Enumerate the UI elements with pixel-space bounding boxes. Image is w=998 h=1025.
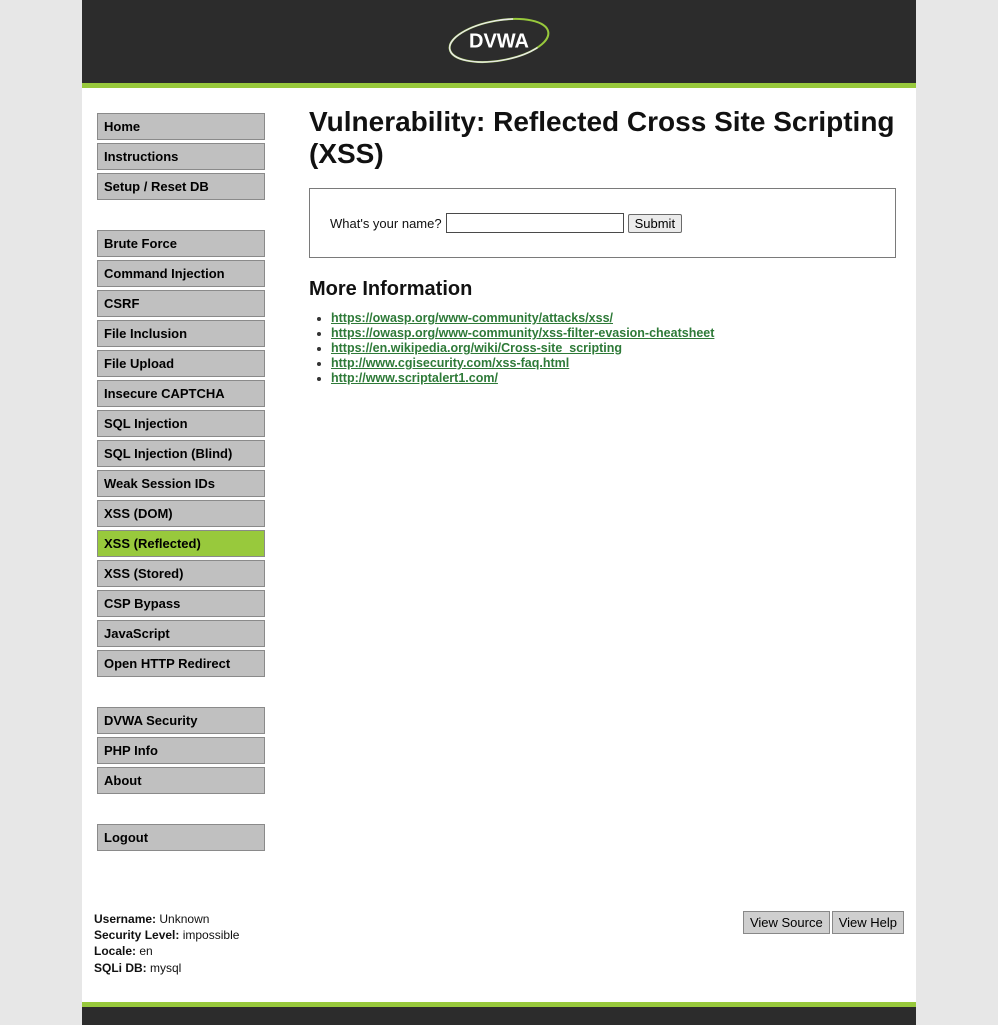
xss-form-container: What's your name? Submit [309, 188, 896, 258]
sidebar: Home Instructions Setup / Reset DB Brute F… [82, 88, 279, 881]
nav-home[interactable]: Home [97, 113, 265, 140]
footer-bar [82, 1007, 916, 1025]
dvwa-logo-icon: DVWA [447, 10, 552, 70]
info-link-2[interactable]: https://en.wikipedia.org/wiki/Cross-site… [331, 341, 622, 355]
username-value: Unknown [159, 912, 209, 926]
nav-open-http-redirect[interactable]: Open HTTP Redirect [97, 650, 265, 677]
app-header: DVWA [82, 0, 916, 83]
info-link-3[interactable]: http://www.cgisecurity.com/xss-faq.html [331, 356, 569, 370]
nav-csp-bypass[interactable]: CSP Bypass [97, 590, 265, 617]
nav-sql-injection[interactable]: SQL Injection [97, 410, 265, 437]
nav-sql-injection-blind[interactable]: SQL Injection (Blind) [97, 440, 265, 467]
info-link-1[interactable]: https://owasp.org/www-community/xss-filt… [331, 326, 714, 340]
submit-button[interactable]: Submit [628, 214, 682, 233]
nav-csrf[interactable]: CSRF [97, 290, 265, 317]
link-item: https://en.wikipedia.org/wiki/Cross-site… [331, 341, 896, 355]
security-level-value: impossible [183, 928, 240, 942]
locale-value: en [139, 944, 152, 958]
nav-command-injection[interactable]: Command Injection [97, 260, 265, 287]
link-item: https://owasp.org/www-community/xss-filt… [331, 326, 896, 340]
nav-group-main: Home Instructions Setup / Reset DB [97, 113, 279, 200]
sqli-db-label: SQLi DB: [94, 961, 147, 975]
info-link-4[interactable]: http://www.scriptalert1.com/ [331, 371, 498, 385]
nav-file-inclusion[interactable]: File Inclusion [97, 320, 265, 347]
footer: Username: Unknown Security Level: imposs… [82, 881, 916, 982]
view-help-button[interactable]: View Help [832, 911, 904, 934]
nav-xss-reflected[interactable]: XSS (Reflected) [97, 530, 265, 557]
username-label: Username: [94, 912, 156, 926]
nav-group-admin: DVWA Security PHP Info About [97, 707, 279, 794]
nav-group-vulns: Brute Force Command Injection CSRF File Inc… [97, 230, 279, 677]
nav-file-upload[interactable]: File Upload [97, 350, 265, 377]
nav-dvwa-security[interactable]: DVWA Security [97, 707, 265, 734]
nav-javascript[interactable]: JavaScript [97, 620, 265, 647]
logo: DVWA [447, 10, 552, 73]
nav-xss-stored[interactable]: XSS (Stored) [97, 560, 265, 587]
link-item: http://www.cgisecurity.com/xss-faq.html [331, 356, 896, 370]
more-info-heading: More Information [309, 278, 896, 301]
nav-setup-reset-db[interactable]: Setup / Reset DB [97, 173, 265, 200]
nav-logout[interactable]: Logout [97, 824, 265, 851]
name-input[interactable] [446, 213, 624, 233]
nav-php-info[interactable]: PHP Info [97, 737, 265, 764]
locale-label: Locale: [94, 944, 136, 958]
security-level-label: Security Level: [94, 928, 179, 942]
sqli-db-value: mysql [150, 961, 181, 975]
link-item: http://www.scriptalert1.com/ [331, 371, 896, 385]
nav-weak-session-ids[interactable]: Weak Session IDs [97, 470, 265, 497]
nav-instructions[interactable]: Instructions [97, 143, 265, 170]
svg-text:DVWA: DVWA [469, 30, 529, 52]
more-info-links: https://owasp.org/www-community/attacks/… [331, 311, 896, 385]
page-title: Vulnerability: Reflected Cross Site Scri… [309, 106, 896, 170]
status-block: Username: Unknown Security Level: imposs… [94, 911, 239, 976]
name-prompt-label: What's your name? [330, 216, 442, 231]
main-content: Vulnerability: Reflected Cross Site Scri… [279, 88, 916, 396]
nav-brute-force[interactable]: Brute Force [97, 230, 265, 257]
nav-about[interactable]: About [97, 767, 265, 794]
nav-group-auth: Logout [97, 824, 279, 851]
info-link-0[interactable]: https://owasp.org/www-community/attacks/… [331, 311, 613, 325]
nav-xss-dom[interactable]: XSS (DOM) [97, 500, 265, 527]
view-source-button[interactable]: View Source [743, 911, 830, 934]
nav-insecure-captcha[interactable]: Insecure CAPTCHA [97, 380, 265, 407]
link-item: https://owasp.org/www-community/attacks/… [331, 311, 896, 325]
